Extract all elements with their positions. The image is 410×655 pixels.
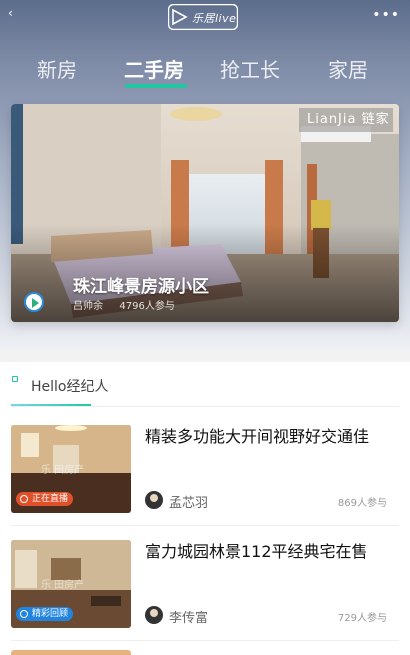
banner-watermark: LianJia 链家 xyxy=(299,108,393,132)
play-icon[interactable] xyxy=(24,292,44,312)
replay-card[interactable]: 乐 田房产 精彩回顾 富力城园林景112平经典宅在售 李传富 729人参与 xyxy=(11,540,399,630)
live-status-badge: 正在直播 xyxy=(16,492,74,506)
card-title: 富力城园林景112平经典宅在售 xyxy=(145,542,368,561)
banner-participants: 4796人参与 xyxy=(119,301,175,312)
agent-name: 李传富 xyxy=(169,611,209,626)
header-background: ‹ 乐居live ••• 新房 二手房 抢工长 家居 LianJia 链家 珠江… xyxy=(0,0,410,350)
agent-section-header: Hello经纪人 xyxy=(0,362,410,408)
section-icon xyxy=(12,376,18,382)
thumb-watermark: 乐 田房产 xyxy=(41,465,85,476)
banner-meta: 吕帅余 4796人参与 xyxy=(73,297,175,312)
top-bar: ‹ 乐居live ••• xyxy=(0,0,410,34)
badge-label: 精彩回顾 xyxy=(32,609,69,619)
avatar xyxy=(145,491,163,509)
card-divider xyxy=(11,640,399,641)
more-icon[interactable]: ••• xyxy=(372,7,400,23)
tab-foreman[interactable]: 抢工长 xyxy=(220,54,280,83)
agent-name: 孟芯羽 xyxy=(169,496,209,511)
category-tabs: 新房 二手房 抢工长 家居 xyxy=(0,54,410,94)
tab-second-hand[interactable]: 二手房 xyxy=(124,54,184,83)
card-divider xyxy=(11,525,399,526)
live-card[interactable]: 乐 田房产 正在直播 精装多功能大开间视野好交通佳 孟芯羽 869人参与 xyxy=(11,425,399,515)
badge-label: 正在直播 xyxy=(32,494,69,504)
section-gap xyxy=(0,350,410,362)
participant-count: 729人参与 xyxy=(337,613,387,624)
banner-title: 珠江峰景房源小区 xyxy=(73,277,209,297)
participant-count: 869人参与 xyxy=(337,498,387,509)
app-logo: 乐居live xyxy=(167,3,239,31)
avatar xyxy=(145,606,163,624)
tab-new-house[interactable]: 新房 xyxy=(37,54,77,83)
logo-text: 乐居live xyxy=(192,12,237,25)
replay-status-badge: 精彩回顾 xyxy=(16,607,74,621)
card-title: 精装多功能大开间视野好交通佳 xyxy=(145,427,370,446)
featured-live-banner[interactable]: LianJia 链家 珠江峰景房源小区 吕帅余 4796人参与 xyxy=(11,104,399,322)
live-dot-icon xyxy=(20,495,28,503)
next-card-thumbnail-peek xyxy=(11,650,131,655)
back-icon[interactable]: ‹ xyxy=(8,6,22,24)
card-thumbnail: 乐 田房产 正在直播 xyxy=(11,425,131,513)
active-tab-indicator xyxy=(125,84,187,88)
banner-author: 吕帅余 xyxy=(73,301,103,312)
section-divider xyxy=(11,406,399,407)
thumb-watermark: 乐 田房产 xyxy=(41,580,85,591)
replay-icon xyxy=(20,610,28,618)
tab-home[interactable]: 家居 xyxy=(328,54,368,83)
card-thumbnail: 乐 田房产 精彩回顾 xyxy=(11,540,131,628)
section-title: Hello经纪人 xyxy=(31,379,109,395)
